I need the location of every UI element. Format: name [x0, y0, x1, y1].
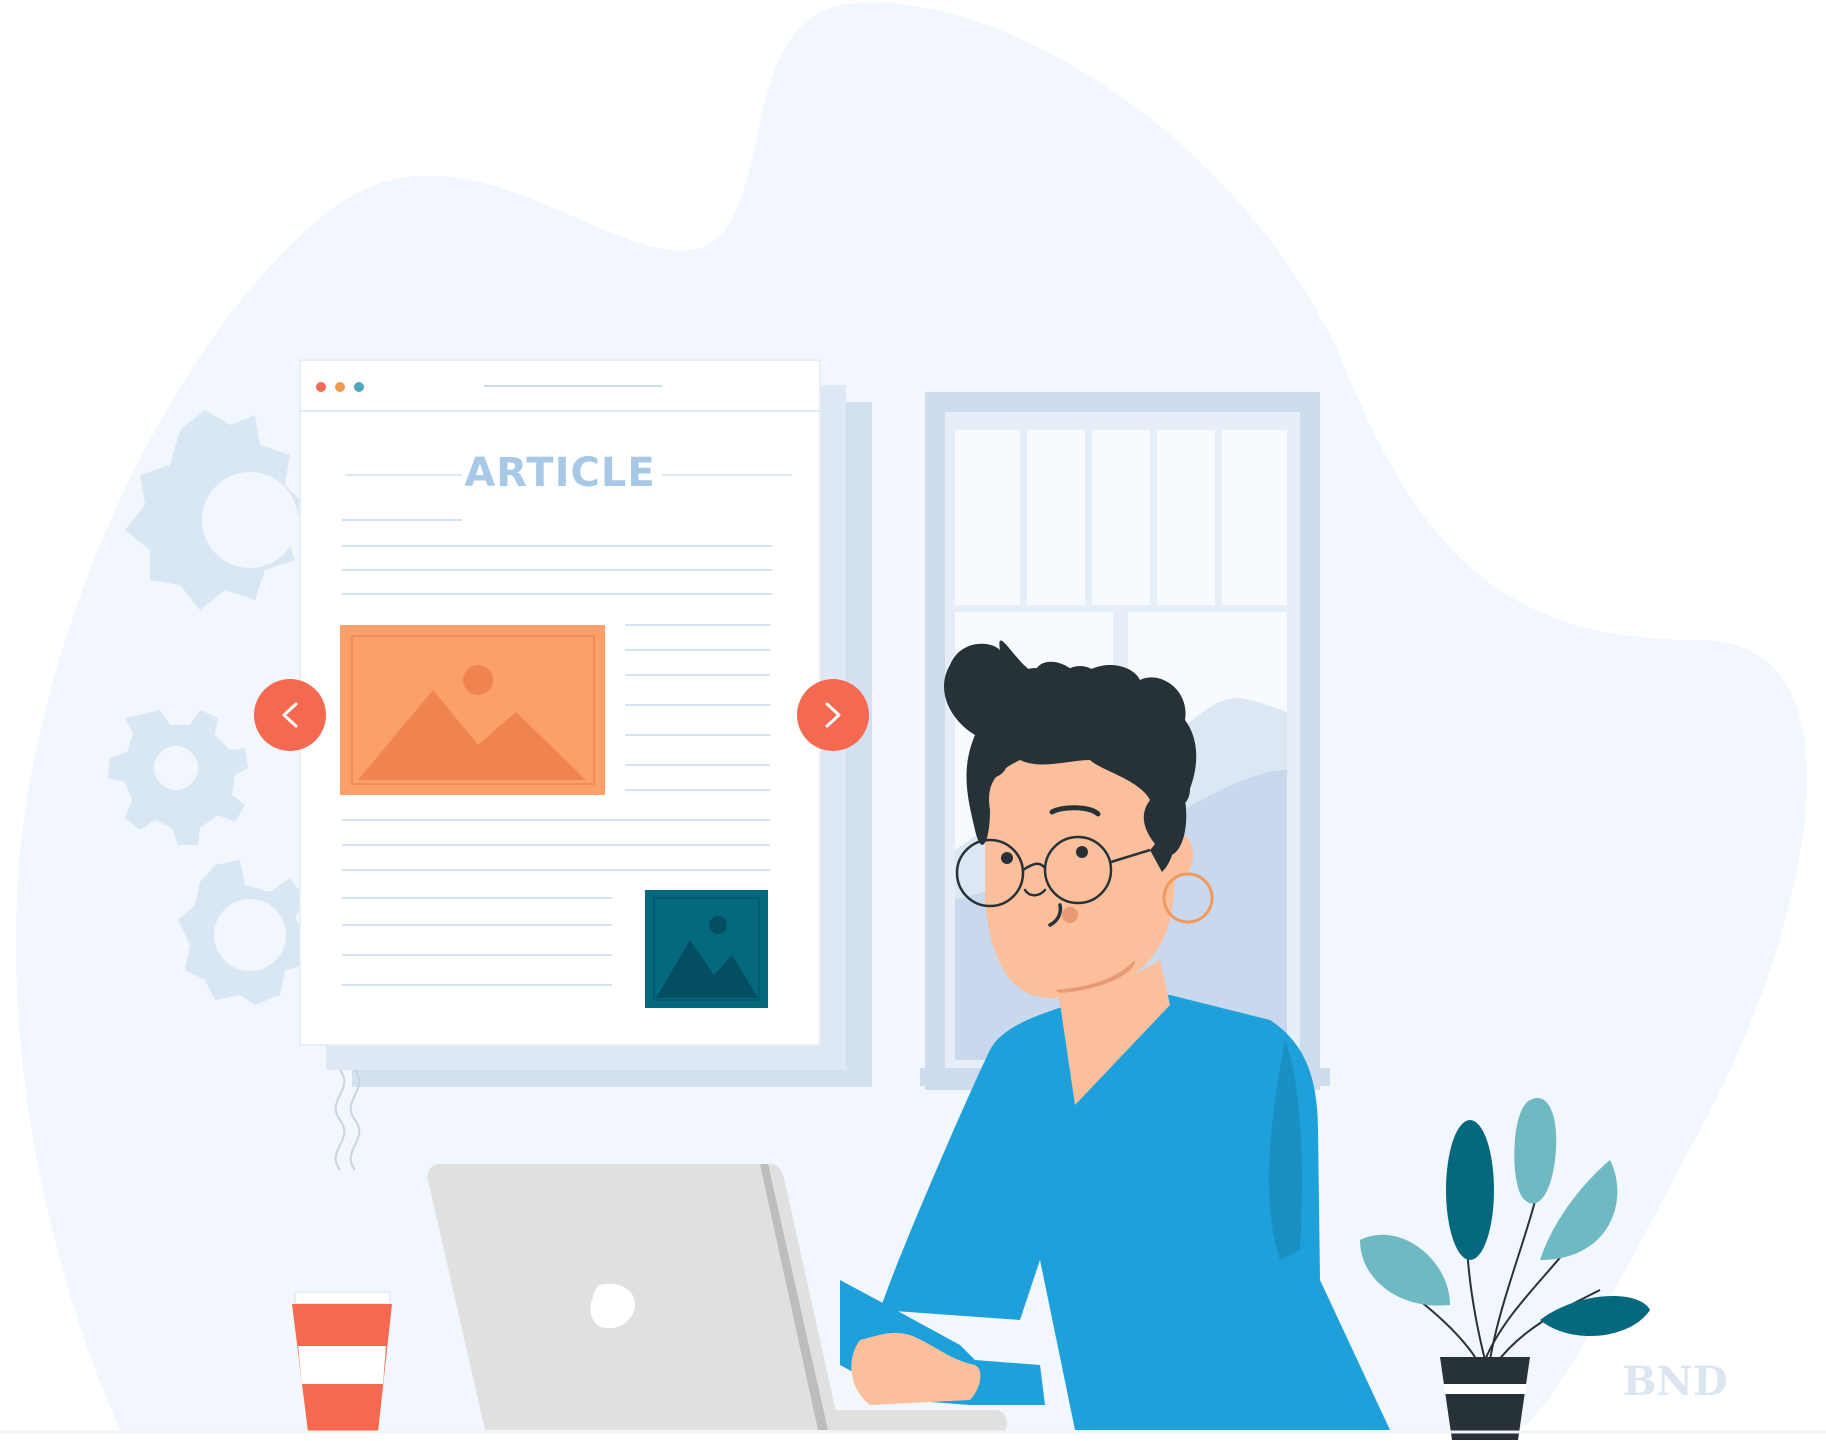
window-dot-red: [316, 382, 326, 392]
image-placeholder-icon: [340, 625, 605, 795]
carousel-prev-button[interactable]: [254, 679, 326, 751]
article-title: ARTICLE: [464, 450, 655, 496]
watermark: BND: [1622, 1358, 1727, 1405]
window-dot-teal: [354, 382, 364, 392]
carousel-next-button[interactable]: [797, 679, 869, 751]
illustration-scene: ARTICLE BND: [0, 2, 1826, 1440]
window-dot-orange: [335, 382, 345, 392]
window-controls: [316, 382, 364, 392]
image-placeholder-icon: [645, 890, 768, 1008]
